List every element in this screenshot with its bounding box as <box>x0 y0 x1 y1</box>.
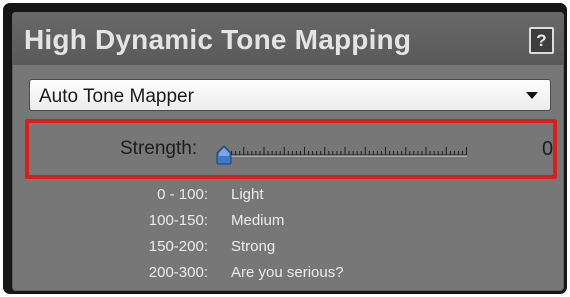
panel-title: High Dynamic Tone Mapping <box>24 24 412 55</box>
slider-ticks <box>223 147 467 157</box>
help-icon: ? <box>536 31 547 50</box>
tone-mapper-dropdown[interactable]: Auto Tone Mapper <box>29 79 551 111</box>
dropdown-selected-value: Auto Tone Mapper <box>39 86 194 107</box>
title-bar: High Dynamic Tone Mapping ? <box>12 12 564 65</box>
tone-mapping-panel: High Dynamic Tone Mapping ? Auto Tone Ma… <box>12 12 564 291</box>
legend-range: 150-200: <box>148 238 208 255</box>
strength-label: Strength: <box>120 138 198 159</box>
legend-description: Are you serious? <box>231 264 344 281</box>
help-button[interactable]: ? <box>529 27 554 54</box>
strength-slider-track[interactable] <box>223 144 467 157</box>
strength-value: 0 <box>542 138 554 160</box>
chevron-down-icon <box>526 92 538 99</box>
legend-description: Medium <box>231 212 285 229</box>
strength-slider-thumb[interactable] <box>215 145 233 165</box>
slider-thumb-shape <box>216 145 232 165</box>
legend-range: 100-150: <box>148 212 208 229</box>
legend-description: Strong <box>231 238 276 255</box>
dialog-frame: High Dynamic Tone Mapping ? Auto Tone Ma… <box>3 3 567 294</box>
legend-range: 200-300: <box>148 264 208 281</box>
legend-description: Light <box>231 186 264 203</box>
legend-range: 0 - 100: <box>157 186 208 203</box>
